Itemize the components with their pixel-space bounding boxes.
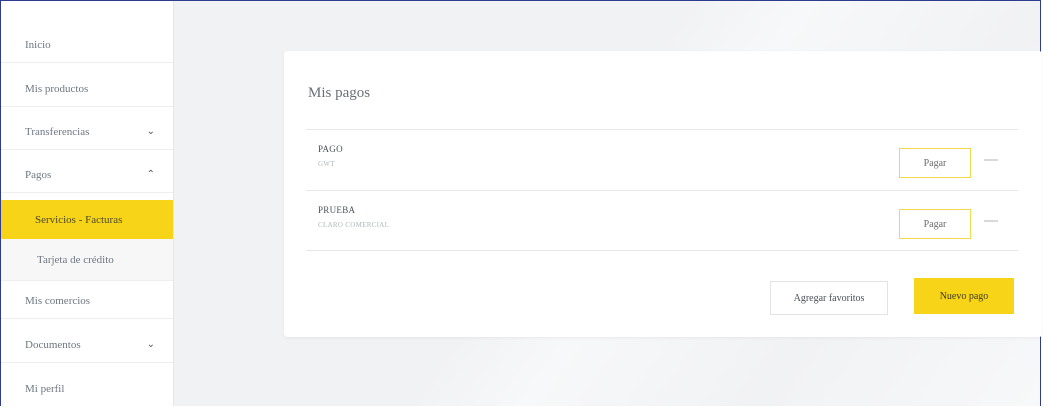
payment-detail: GWT — [318, 160, 335, 168]
chevron-down-icon: ⌄ — [146, 339, 155, 350]
payments-card: Mis pagos PAGO GWT Pagar PRUEBA CLARO CO… — [284, 51, 1042, 337]
main-content: Mis pagos PAGO GWT Pagar PRUEBA CLARO CO… — [174, 1, 1042, 406]
row-divider — [306, 250, 1018, 251]
payment-row: PAGO GWT Pagar — [306, 129, 1018, 190]
chevron-up-icon: ⌃ — [146, 169, 155, 180]
sidebar-item-tarjeta-credito[interactable]: Tarjeta de crédito — [1, 239, 173, 281]
pay-button[interactable]: Pagar — [899, 148, 971, 178]
sidebar-item-label: Inicio — [25, 38, 51, 51]
sidebar-item-label: Pagos — [25, 168, 52, 181]
sidebar-item-label: Mi perfil — [25, 383, 65, 395]
sidebar-item-label: Servicios - Facturas — [35, 213, 123, 226]
more-options-icon[interactable] — [984, 220, 998, 222]
sidebar-item-mi-perfil[interactable]: Mi perfil — [1, 371, 173, 407]
sidebar-item-label: Mis comercios — [25, 294, 91, 307]
payment-name: PRUEBA — [318, 205, 356, 215]
sidebar-item-mis-comercios[interactable]: Mis comercios — [1, 283, 173, 319]
sidebar-item-label: Transferencias — [25, 125, 90, 138]
sidebar-item-servicios-facturas[interactable]: Servicios - Facturas — [1, 200, 173, 239]
sidebar-item-documentos[interactable]: Documentos ⌄ — [1, 327, 173, 363]
sidebar-item-label: Documentos — [25, 338, 81, 351]
sidebar-item-label: Tarjeta de crédito — [37, 253, 114, 266]
sidebar-item-transferencias[interactable]: Transferencias ⌄ — [1, 114, 173, 150]
payment-name: PAGO — [318, 144, 343, 154]
more-options-icon[interactable] — [984, 159, 998, 161]
pay-button[interactable]: Pagar — [899, 209, 971, 239]
sidebar-item-label: Mis productos — [25, 82, 89, 95]
sidebar-item-inicio[interactable]: Inicio — [1, 27, 173, 63]
sidebar-item-mis-productos[interactable]: Mis productos — [1, 71, 173, 107]
new-payment-button[interactable]: Nuevo pago — [914, 278, 1014, 314]
payment-detail: CLARO COMERCIAL — [318, 221, 390, 229]
sidebar: Inicio Mis productos Transferencias ⌄ Pa… — [1, 1, 174, 406]
payment-row: PRUEBA CLARO COMERCIAL Pagar — [306, 190, 1018, 251]
sidebar-item-pagos[interactable]: Pagos ⌃ — [1, 157, 173, 193]
page-title: Mis pagos — [308, 85, 371, 101]
add-favorites-button[interactable]: Agregar favoritos — [770, 281, 888, 315]
chevron-down-icon: ⌄ — [146, 126, 155, 137]
